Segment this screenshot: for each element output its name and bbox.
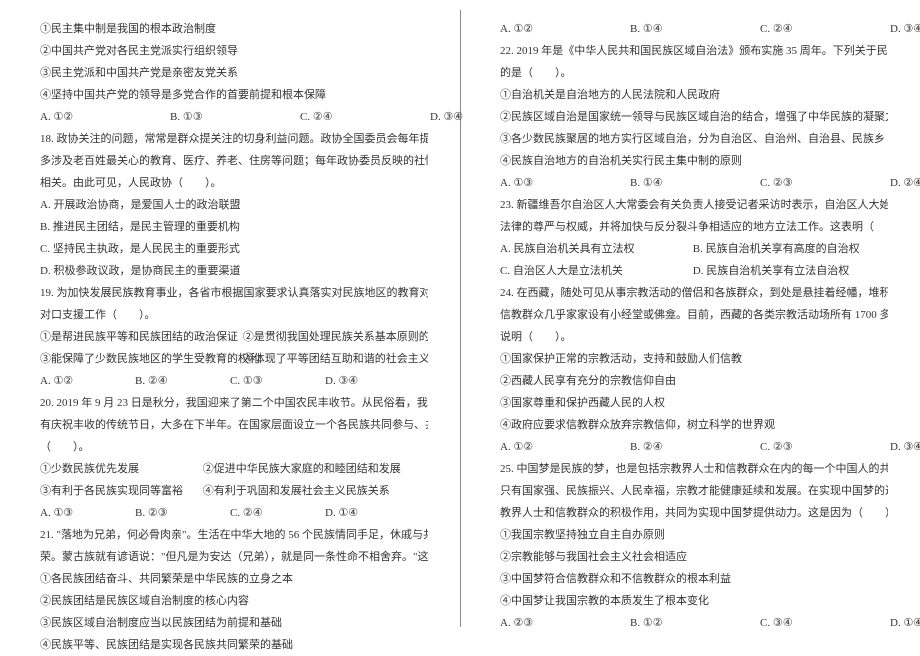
q22-stmt-1: ①自治机关是自治地方的人民法院和人民政府 bbox=[500, 84, 888, 106]
q17-opt-a: A. ①② bbox=[40, 106, 170, 128]
q19-opt-d: D. ③④ bbox=[325, 370, 420, 392]
q21-opt-a: A. ①② bbox=[500, 18, 630, 40]
q24-opt-d: D. ③④ bbox=[890, 436, 920, 458]
q23-opt-c: C. 自治区人大是立法机关 bbox=[500, 260, 690, 282]
stmt-1: ①民主集中制是我国的根本政治制度 bbox=[40, 18, 428, 40]
q20-options: A. ①③ B. ②③ C. ②④ D. ①④ bbox=[40, 502, 428, 524]
q18-opt-b: B. 推进民主团结，是民主管理的重要机构 bbox=[40, 216, 428, 238]
q21-stmt-1: ①各民族团结奋斗、共同繁荣是中华民族的立身之本 bbox=[40, 568, 428, 590]
q21-opt-d: D. ③④ bbox=[890, 18, 920, 40]
q22-opt-d: D. ②④ bbox=[890, 172, 920, 194]
q19-row-2: ③能保障了少数民族地区的学生受教育的权利 ④体现了平等团结互助和谐的社会主义民族… bbox=[40, 348, 428, 370]
q23-line-1: 23. 新疆维吾尔自治区人大常委会有关负责人接受记者采访时表示，自治区人大始终坚… bbox=[500, 194, 888, 216]
q25-stmt-3: ③中国梦符合信教群众和不信教群众的根本利益 bbox=[500, 568, 888, 590]
q22-stmt-4: ④民族自治地方的自治机关实行民主集中制的原则 bbox=[500, 150, 888, 172]
q21-stmt-3: ③民族区域自治制度应当以民族团结为前提和基础 bbox=[40, 612, 428, 634]
q24-opt-a: A. ①② bbox=[500, 436, 630, 458]
q23-row-2: C. 自治区人大是立法机关 D. 民族自治机关享有立法自治权 bbox=[500, 260, 888, 282]
q20-line-3: （ ）。 bbox=[40, 436, 428, 458]
q18-line-2: 多涉及老百姓最关心的教育、医疗、养老、住房等问题；每年政协委员反映的社情民意，也… bbox=[40, 150, 428, 172]
q21-options: A. ①② B. ①④ C. ②④ D. ③④ bbox=[500, 18, 888, 40]
q20-line-2: 有庆祝丰收的传统节日，大多在下半年。在国家层面设立一个各民族共同参与、共庆丰收的… bbox=[40, 414, 428, 436]
q19-stmt-4: ④体现了平等团结互助和谐的社会主义民族关系 bbox=[243, 353, 428, 365]
q21-opt-c: C. ②④ bbox=[760, 18, 890, 40]
q22-options: A. ①③ B. ①④ C. ②③ D. ②④ bbox=[500, 172, 888, 194]
q25-line-1: 25. 中国梦是民族的梦，也是包括宗教界人士和信教群众在内的每一个中国人的共同理… bbox=[500, 458, 888, 480]
q25-stmt-1: ①我国宗教坚持独立自主自办原则 bbox=[500, 524, 888, 546]
q19-stmt-2: ②是贯彻我国处理民族关系基本原则的具体体现 bbox=[243, 331, 428, 343]
q22-stmt-2: ②民族区域自治是国家统一领导与民族区域自治的结合，增强了中华民族的凝聚力 bbox=[500, 106, 888, 128]
q23-opt-a: A. 民族自治机关具有立法权 bbox=[500, 238, 690, 260]
q22-opt-b: B. ①④ bbox=[630, 172, 760, 194]
right-column: A. ①② B. ①④ C. ②④ D. ③④ 22. 2019 年是《中华人民… bbox=[460, 0, 920, 637]
stmt-2: ②中国共产党对各民主党派实行组织领导 bbox=[40, 40, 428, 62]
q21-line-2: 荣。蒙古族就有谚语说："但凡是为安达（兄弟），就是同一条性命不相舍弃。"这启示我… bbox=[40, 546, 428, 568]
q18-opt-c: C. 坚持民主执政，是人民民主的重要形式 bbox=[40, 238, 428, 260]
q19-row-1: ①是帮进民族平等和民族团结的政治保证 ②是贯彻我国处理民族关系基本原则的具体体现 bbox=[40, 326, 428, 348]
q25-options: A. ②③ B. ①② C. ③④ D. ①④ bbox=[500, 612, 888, 634]
q22-opt-c: C. ②③ bbox=[760, 172, 890, 194]
q24-line-1: 24. 在西藏，随处可见从事宗教活动的僧侣和各族群众，到处是悬挂着经幡，堆积着刻… bbox=[500, 282, 888, 304]
q21-line-1: 21. "落地为兄弟，何必骨肉亲"。生活在中华大地的 56 个民族情同手足，休戚… bbox=[40, 524, 428, 546]
q25-line-3: 教界人士和信教群众的积极作用，共同为实现中国梦提供动力。这是因为（ ）。 bbox=[500, 502, 888, 524]
q19-line-2: 对口支援工作（ ）。 bbox=[40, 304, 428, 326]
q23-line-2: 法律的尊严与权威，并将加快与反分裂斗争相适应的地方立法工作。这表明（ ）。 bbox=[500, 216, 888, 238]
q24-stmt-4: ④政府应要求信教群众放弃宗教信仰，树立科学的世界观 bbox=[500, 414, 888, 436]
q18-line-1: 18. 政协关注的问题，常常是群众提关注的切身利益问题。政协全国委员会每年提交的… bbox=[40, 128, 428, 150]
q17-opt-c: C. ②④ bbox=[300, 106, 430, 128]
q18-opt-d: D. 积极参政议政，是协商民主的重要渠道 bbox=[40, 260, 428, 282]
q19-opt-a: A. ①② bbox=[40, 370, 135, 392]
q25-stmt-2: ②宗教能够与我国社会主义社会相适应 bbox=[500, 546, 888, 568]
left-column: ①民主集中制是我国的根本政治制度 ②中国共产党对各民主党派实行组织领导 ③民主党… bbox=[0, 0, 460, 637]
q23-row-1: A. 民族自治机关具有立法权 B. 民族自治机关享有高度的自治权 bbox=[500, 238, 888, 260]
stmt-3: ③民主党派和中国共产党是亲密友党关系 bbox=[40, 62, 428, 84]
q24-stmt-3: ③国家尊重和保护西藏人民的人权 bbox=[500, 392, 888, 414]
q20-stmt-1: ①少数民族优先发展 bbox=[40, 458, 200, 480]
q19-opt-c: C. ①③ bbox=[230, 370, 325, 392]
q25-line-2: 只有国家强、民族振兴、人民幸福，宗教才能健康延续和发展。在实现中国梦的过程中，要… bbox=[500, 480, 888, 502]
q20-row-2: ③有利于各民族实现同等富裕 ④有利于巩固和发展社会主义民族关系 bbox=[40, 480, 428, 502]
q25-stmt-4: ④中国梦让我国宗教的本质发生了根本变化 bbox=[500, 590, 888, 612]
stmt-4: ④坚持中国共产党的领导是多党合作的首要前提和根本保障 bbox=[40, 84, 428, 106]
q20-row-1: ①少数民族优先发展 ②促进中华民族大家庭的和睦团结和发展 bbox=[40, 458, 428, 480]
q19-stmt-1: ①是帮进民族平等和民族团结的政治保证 bbox=[40, 326, 240, 348]
q20-stmt-4: ④有利于巩固和发展社会主义民族关系 bbox=[203, 485, 390, 497]
q20-line-1: 20. 2019 年 9 月 23 日是秋分，我国迎来了第二个中国农民丰收节。从… bbox=[40, 392, 428, 414]
q20-opt-c: C. ②④ bbox=[230, 502, 325, 524]
q25-opt-b: B. ①② bbox=[630, 612, 760, 634]
q20-opt-a: A. ①③ bbox=[40, 502, 135, 524]
q21-stmt-2: ②民族团结是民族区域自治制度的核心内容 bbox=[40, 590, 428, 612]
q20-stmt-2: ②促进中华民族大家庭的和睦团结和发展 bbox=[203, 463, 401, 475]
q23-opt-b: B. 民族自治机关享有高度的自治权 bbox=[693, 243, 860, 255]
q20-opt-d: D. ①④ bbox=[325, 502, 420, 524]
q25-opt-a: A. ②③ bbox=[500, 612, 630, 634]
q24-line-2: 信教群众几乎家家设有小经堂或佛龛。目前，西藏的各类宗教活动场所有 1700 多处… bbox=[500, 304, 888, 326]
q21-opt-b: B. ①④ bbox=[630, 18, 760, 40]
q25-opt-d: D. ①④ bbox=[890, 612, 920, 634]
q24-opt-c: C. ②③ bbox=[760, 436, 890, 458]
q19-stmt-3: ③能保障了少数民族地区的学生受教育的权利 bbox=[40, 348, 240, 370]
q24-opt-b: B. ②④ bbox=[630, 436, 760, 458]
q19-opt-b: B. ②④ bbox=[135, 370, 230, 392]
q22-stmt-3: ③各少数民族聚居的地方实行区域自治，分为自治区、自治州、自治县、民族乡 bbox=[500, 128, 888, 150]
q17-options: A. ①② B. ①③ C. ②④ D. ③④ bbox=[40, 106, 428, 128]
q22-line-2: 的是（ ）。 bbox=[500, 62, 888, 84]
exam-page: ①民主集中制是我国的根本政治制度 ②中国共产党对各民主党派实行组织领导 ③民主党… bbox=[0, 0, 920, 637]
q23-opt-d: D. 民族自治机关享有立法自治权 bbox=[693, 265, 849, 277]
q18-line-3: 相关。由此可见，人民政协（ ）。 bbox=[40, 172, 428, 194]
q20-stmt-3: ③有利于各民族实现同等富裕 bbox=[40, 480, 200, 502]
q25-opt-c: C. ③④ bbox=[760, 612, 890, 634]
q20-opt-b: B. ②③ bbox=[135, 502, 230, 524]
q18-opt-a: A. 开展政治协商，是爱国人士的政治联盟 bbox=[40, 194, 428, 216]
q24-stmt-1: ①国家保护正常的宗教活动，支持和鼓励人们信教 bbox=[500, 348, 888, 370]
q22-line-1: 22. 2019 年是《中华人民共和国民族区域自治法》颁布实施 35 周年。下列… bbox=[500, 40, 888, 62]
q24-options: A. ①② B. ②④ C. ②③ D. ③④ bbox=[500, 436, 888, 458]
q17-opt-b: B. ①③ bbox=[170, 106, 300, 128]
q21-stmt-4: ④民族平等、民族团结是实现各民族共同繁荣的基础 bbox=[40, 634, 428, 656]
q22-opt-a: A. ①③ bbox=[500, 172, 630, 194]
q24-stmt-2: ②西藏人民享有充分的宗教信仰自由 bbox=[500, 370, 888, 392]
q24-line-3: 说明（ ）。 bbox=[500, 326, 888, 348]
q19-line-1: 19. 为加快发展民族教育事业，各省市根据国家要求认真落实对民族地区的教育对口支… bbox=[40, 282, 428, 304]
q19-options: A. ①② B. ②④ C. ①③ D. ③④ bbox=[40, 370, 428, 392]
